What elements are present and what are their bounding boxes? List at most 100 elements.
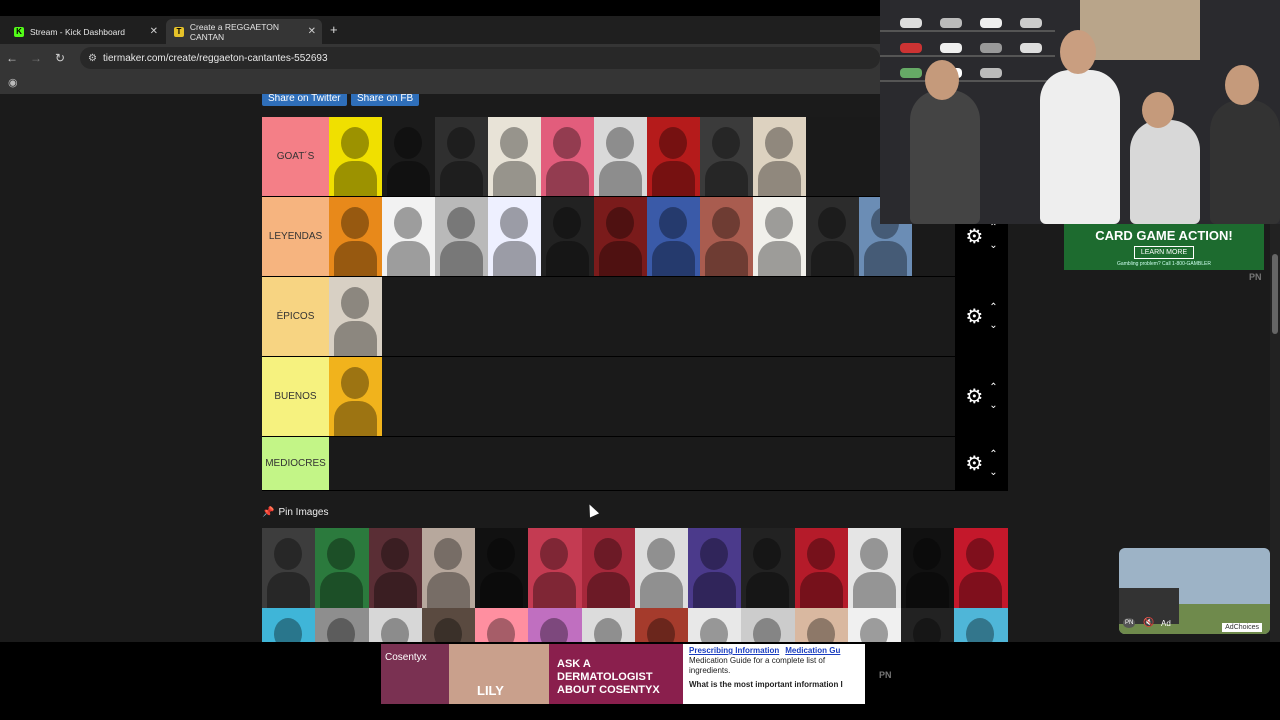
back-icon[interactable]: ← <box>0 51 24 65</box>
scrollbar-thumb[interactable] <box>1272 254 1278 334</box>
site-info-icon[interactable]: ⚙ <box>88 53 97 64</box>
pool-artist-image[interactable] <box>634 608 689 642</box>
tab-kick-dashboard[interactable]: K Stream - Kick Dashboard ✕ <box>6 19 164 44</box>
pool-artist-image[interactable] <box>262 608 316 642</box>
move-down-icon[interactable]: ⌄ <box>989 464 997 482</box>
reload-icon[interactable]: ↻ <box>48 51 72 65</box>
url-field[interactable]: ⚙ tiermaker.com/create/reggaeton-cantant… <box>80 47 880 69</box>
card-game-ad[interactable]: CARD GAME ACTION! LEARN MORE Gambling pr… <box>1064 224 1264 270</box>
move-down-icon[interactable]: ⌄ <box>989 317 997 335</box>
tier-items <box>329 277 1008 356</box>
pool-artist-image[interactable] <box>421 528 476 608</box>
artist-image[interactable] <box>753 197 806 276</box>
pool-artist-image[interactable] <box>315 608 369 642</box>
artist-image[interactable] <box>329 117 382 196</box>
artist-image[interactable] <box>700 117 753 196</box>
prescribing-info-link[interactable]: Prescribing Information <box>689 646 779 655</box>
medication-guide-link[interactable]: Medication Gu <box>785 646 840 655</box>
forward-icon[interactable]: → <box>24 51 48 65</box>
gear-icon[interactable]: ⚙ <box>965 304 983 329</box>
artist-image[interactable] <box>647 197 700 276</box>
move-down-icon[interactable]: ⌄ <box>989 237 997 255</box>
artist-image[interactable] <box>435 117 488 196</box>
artist-image[interactable] <box>488 197 541 276</box>
tier-label[interactable]: LEYENDAS <box>262 197 329 276</box>
artist-image[interactable] <box>647 117 700 196</box>
pool-artist-image[interactable] <box>847 528 902 608</box>
tier-row: ÉPICOS ⚙ ⌃ ⌄ <box>262 277 1008 357</box>
adchoices-link[interactable]: AdChoices <box>1222 623 1262 632</box>
move-up-icon[interactable]: ⌃ <box>989 299 997 317</box>
tier-label[interactable]: ÉPICOS <box>262 277 329 356</box>
ad-photo: LILY <box>449 644 549 704</box>
move-up-icon[interactable]: ⌃ <box>989 379 997 397</box>
artist-image[interactable] <box>488 117 541 196</box>
pool-artist-image[interactable] <box>581 608 635 642</box>
share-twitter-button[interactable]: Share on Twitter <box>262 94 347 106</box>
tier-label[interactable]: BUENOS <box>262 357 329 436</box>
pool-artist-image[interactable] <box>688 528 742 608</box>
pool-artist-image[interactable] <box>794 608 848 642</box>
pool-artist-image[interactable] <box>528 528 582 608</box>
gear-icon[interactable]: ⚙ <box>965 224 983 249</box>
video-ad[interactable]: PN 🔇 Ad AdChoices <box>1119 548 1270 634</box>
pool-artist-image[interactable] <box>421 608 476 642</box>
pool-artist-image[interactable] <box>581 528 635 608</box>
kick-icon: K <box>14 26 24 37</box>
pool-artist-image[interactable] <box>741 608 795 642</box>
artist-image[interactable] <box>329 277 382 356</box>
tier-label[interactable]: GOAT´S <box>262 117 329 196</box>
mouse-cursor <box>584 502 600 518</box>
tier-controls: ⚙ ⌃ ⌄ <box>955 437 1008 490</box>
artist-image[interactable] <box>329 357 382 436</box>
gear-icon[interactable]: ⚙ <box>965 451 983 476</box>
pool-artist-image[interactable] <box>741 528 795 608</box>
artist-image[interactable] <box>382 197 435 276</box>
pool-artist-image[interactable] <box>954 528 1008 608</box>
pool-artist-image[interactable] <box>794 528 848 608</box>
artist-image[interactable] <box>382 117 435 196</box>
pool-artist-image[interactable] <box>901 608 955 642</box>
pool-artist-image[interactable] <box>901 528 955 608</box>
artist-image[interactable] <box>806 197 859 276</box>
pool-artist-image[interactable] <box>368 608 422 642</box>
mute-icon[interactable]: 🔇 <box>1143 617 1154 628</box>
pool-artist-image[interactable] <box>262 528 316 608</box>
pool-artist-image[interactable] <box>315 528 369 608</box>
artist-image[interactable] <box>594 117 647 196</box>
pool-artist-image[interactable] <box>528 608 582 642</box>
artist-image[interactable] <box>753 117 806 196</box>
pool-artist-image[interactable] <box>634 528 689 608</box>
tier-label[interactable]: MEDIOCRES <box>262 437 329 490</box>
share-fb-button[interactable]: Share on FB <box>351 94 420 106</box>
artist-image[interactable] <box>700 197 753 276</box>
pool-artist-image[interactable] <box>954 608 1008 642</box>
move-down-icon[interactable]: ⌄ <box>989 397 997 415</box>
artist-image[interactable] <box>541 197 594 276</box>
address-bar-row: ← → ↻ ⚙ tiermaker.com/create/reggaeton-c… <box>0 44 880 72</box>
tab-title: Stream - Kick Dashboard <box>30 26 125 37</box>
close-icon[interactable]: ✕ <box>308 26 316 37</box>
learn-more-button[interactable]: LEARN MORE <box>1133 245 1195 259</box>
artist-image[interactable] <box>594 197 647 276</box>
globe-icon[interactable]: ◉ <box>8 76 18 89</box>
pool-artist-image[interactable] <box>688 608 742 642</box>
tier-items <box>329 437 1008 490</box>
pn-logo: PN <box>879 670 892 680</box>
close-icon[interactable]: ✕ <box>150 26 158 37</box>
artist-image[interactable] <box>435 197 488 276</box>
image-pool <box>262 528 1008 642</box>
tab-tiermaker[interactable]: T Create a REGGAETON CANTAN ✕ <box>166 19 322 44</box>
scrollbar[interactable] <box>1270 224 1280 642</box>
artist-image[interactable] <box>541 117 594 196</box>
cosentyx-ad[interactable]: Cosentyx LILY ASK A DERMATOLOGIST ABOUT … <box>381 644 865 704</box>
gear-icon[interactable]: ⚙ <box>965 384 983 409</box>
move-up-icon[interactable]: ⌃ <box>989 446 997 464</box>
artist-image[interactable] <box>329 197 382 276</box>
new-tab-button[interactable]: + <box>330 22 338 37</box>
pool-artist-image[interactable] <box>475 528 529 608</box>
tier-row: BUENOS ⚙ ⌃ ⌄ <box>262 357 1008 437</box>
pool-artist-image[interactable] <box>368 528 422 608</box>
pool-artist-image[interactable] <box>475 608 529 642</box>
pool-artist-image[interactable] <box>847 608 902 642</box>
